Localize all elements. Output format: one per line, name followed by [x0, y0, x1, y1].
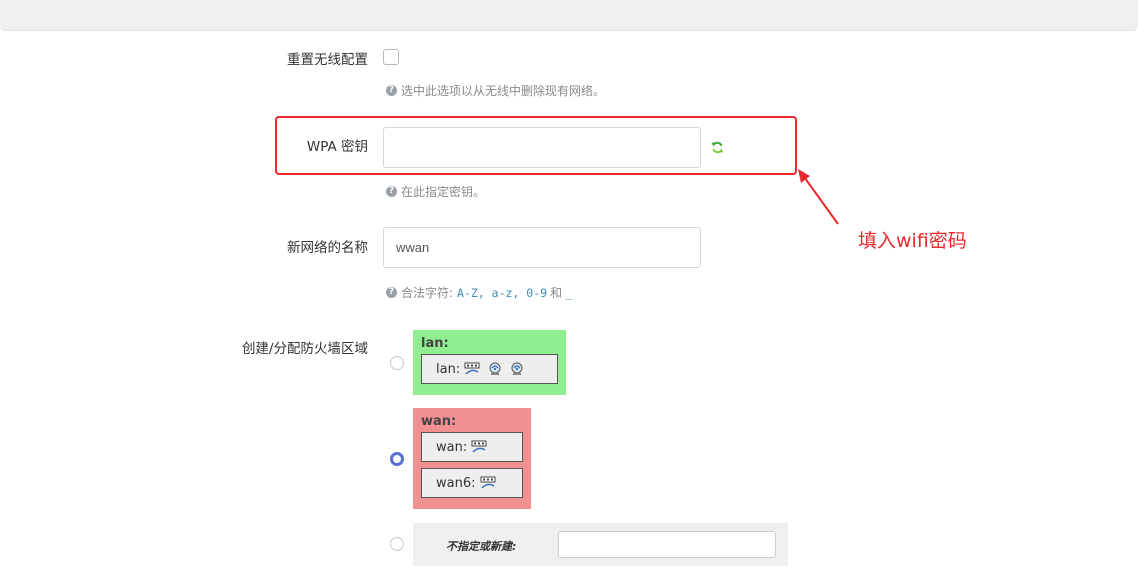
wireless-icon: [511, 362, 523, 375]
zone-wan-title: wan:: [421, 414, 457, 429]
network-name-hint-and: 和: [550, 286, 563, 300]
interface-wan-label: wan:: [436, 439, 468, 455]
network-name-hint-chars: A-Z, a-z, 0-9: [457, 285, 548, 300]
ethernet-port-icon: [471, 440, 487, 453]
help-icon: ?: [386, 85, 397, 96]
interface-wan: wan:: [421, 432, 523, 462]
help-icon: ?: [386, 287, 397, 298]
network-name-hint-underscore: _: [565, 285, 573, 300]
wpa-key-hint-text: 在此指定密钥。: [401, 185, 486, 199]
zone-lan-title: lan:: [421, 336, 449, 351]
network-name-input[interactable]: [383, 227, 701, 268]
network-name-hint: ? 合法字符: A-Z, a-z, 0-9 和 _: [386, 284, 572, 301]
reset-wireless-label: 重置无线配置: [287, 52, 368, 68]
zone-wan-radio[interactable]: [390, 452, 404, 466]
interface-wan6-label: wan6:: [436, 475, 476, 491]
interface-lan: lan:: [421, 354, 558, 384]
zone-wan[interactable]: wan: wan: wan6:: [413, 408, 531, 509]
network-name-label: 新网络的名称: [287, 240, 368, 256]
firewall-zone-label: 创建/分配防火墙区域: [241, 341, 368, 357]
reset-wireless-checkbox[interactable]: [383, 49, 399, 65]
reset-wireless-hint-text: 选中此选项以从无线中删除现有网络。: [401, 84, 606, 98]
interface-lan-label: lan:: [436, 361, 461, 377]
ethernet-port-icon: [464, 362, 480, 375]
reset-wireless-hint: ? 选中此选项以从无线中删除现有网络。: [386, 82, 605, 99]
network-name-hint-prefix: 合法字符:: [401, 286, 454, 300]
ethernet-port-icon: [480, 476, 495, 489]
annotation-text: 填入wifi密码: [858, 230, 967, 252]
zone-lan[interactable]: lan: lan:: [413, 330, 566, 395]
interface-wan6: wan6:: [421, 468, 523, 498]
help-icon: ?: [386, 186, 397, 197]
new-zone-input[interactable]: [558, 531, 776, 558]
zone-unspecified: 不指定或新建:: [413, 523, 788, 566]
zone-unspecified-label: 不指定或新建:: [446, 540, 517, 553]
wpa-key-highlight-box: [275, 116, 797, 175]
wireless-icon: [489, 362, 501, 375]
top-panel-bar: [0, 0, 1138, 31]
annotation-arrow-icon: [798, 169, 839, 225]
zone-lan-radio[interactable]: [390, 356, 404, 370]
wpa-key-hint: ? 在此指定密钥。: [386, 183, 485, 200]
zone-unspecified-radio[interactable]: [390, 537, 404, 551]
